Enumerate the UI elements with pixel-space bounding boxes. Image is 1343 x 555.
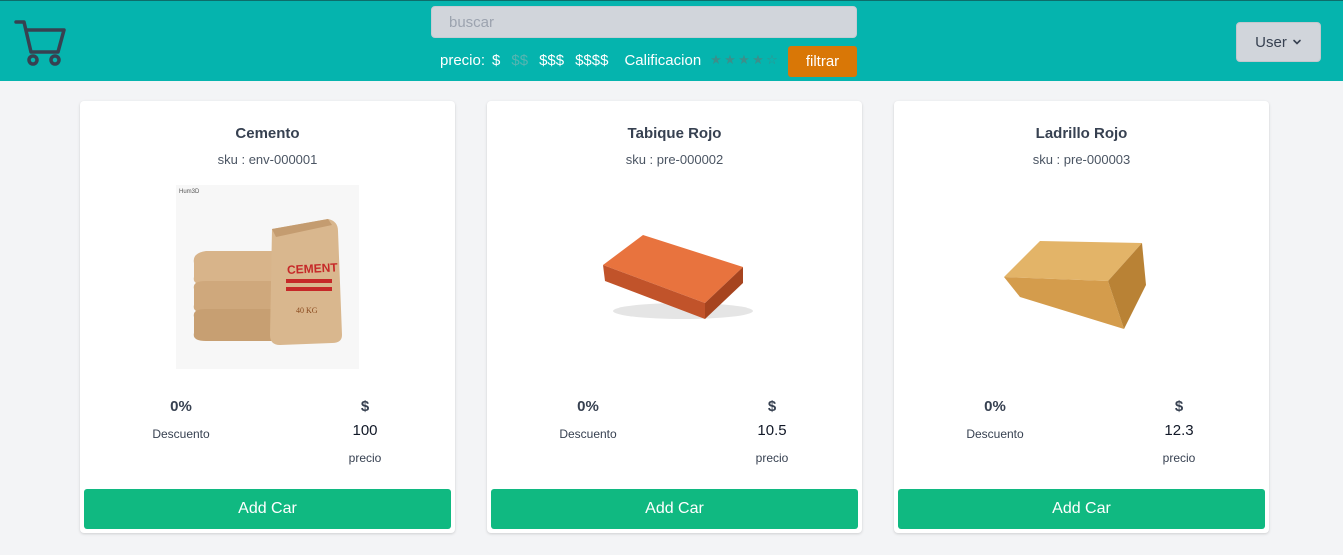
- product-card: Tabique Rojo sku : pre-000002 0% Descuen…: [487, 101, 862, 533]
- discount-value: 0%: [170, 398, 192, 415]
- star-1-icon[interactable]: ★: [710, 52, 724, 68]
- filter-button[interactable]: filtrar: [788, 46, 857, 77]
- star-3-icon[interactable]: ★: [738, 52, 752, 68]
- price-option-3[interactable]: $$$: [539, 52, 564, 69]
- add-to-cart-button[interactable]: Add Car: [491, 489, 858, 529]
- filter-bar: precio: $ $$ $$$ $$$$ Calificacion ★ ★ ★ ★ ☆: [440, 49, 780, 71]
- currency-symbol: $: [767, 398, 777, 415]
- image-watermark: Hum3D: [179, 189, 200, 195]
- product-sku: sku : env-000001: [217, 152, 318, 167]
- user-menu-label: User: [1255, 33, 1287, 51]
- price-filter-label: precio:: [440, 51, 486, 69]
- top-navbar: precio: $ $$ $$$ $$$$ Calificacion ★★★★☆…: [0, 0, 1343, 81]
- price-value: 10.5: [757, 422, 787, 439]
- currency-symbol: $: [360, 398, 370, 415]
- product-image-red-brick: [583, 185, 766, 369]
- product-name: Cemento: [235, 125, 300, 142]
- star-5-icon[interactable]: ☆: [766, 52, 780, 68]
- currency-symbol: $: [1174, 398, 1184, 415]
- bag-weight: 40 KG: [296, 306, 318, 315]
- discount-label: Descuento: [559, 427, 617, 441]
- search-input[interactable]: [431, 6, 857, 38]
- product-image-cement-bags: Hum3D CEMENT 40 KG: [176, 185, 359, 369]
- price-value: 12.3: [1164, 422, 1194, 439]
- rating-filter-label: Calificacion: [624, 51, 702, 69]
- discount-label: Descuento: [966, 427, 1024, 441]
- add-to-cart-button[interactable]: Add Car: [84, 489, 451, 529]
- product-card: Cemento sku : env-000001 Hum3D CEMENT 40…: [80, 101, 455, 533]
- product-sku: sku : pre-000003: [1032, 152, 1131, 167]
- discount-label: Descuento: [152, 427, 210, 441]
- rating-stars: ★ ★ ★ ★ ☆: [710, 52, 780, 68]
- price-label: precio: [755, 451, 789, 465]
- star-2-icon[interactable]: ★: [724, 52, 738, 68]
- discount-value: 0%: [577, 398, 599, 415]
- chevron-down-icon: [1293, 39, 1301, 45]
- bag-label: CEMENT: [287, 260, 339, 277]
- product-card: Ladrillo Rojo sku : pre-000003 0% Descue…: [894, 101, 1269, 533]
- product-image-adobe-brick: [990, 185, 1173, 369]
- user-menu-button[interactable]: User: [1236, 22, 1321, 62]
- shopping-cart-icon[interactable]: [14, 16, 66, 68]
- price-value: 100: [352, 422, 378, 439]
- price-option-2[interactable]: $$: [511, 52, 528, 69]
- price-label: precio: [1162, 451, 1196, 465]
- star-4-icon[interactable]: ★: [752, 52, 766, 68]
- product-name: Ladrillo Rojo: [1035, 125, 1128, 142]
- product-sku: sku : pre-000002: [625, 152, 724, 167]
- price-option-1[interactable]: $: [492, 52, 500, 69]
- product-name: Tabique Rojo: [627, 125, 722, 142]
- discount-value: 0%: [984, 398, 1006, 415]
- price-label: precio: [348, 451, 382, 465]
- price-option-4[interactable]: $$$$: [575, 52, 608, 69]
- add-to-cart-button[interactable]: Add Car: [898, 489, 1265, 529]
